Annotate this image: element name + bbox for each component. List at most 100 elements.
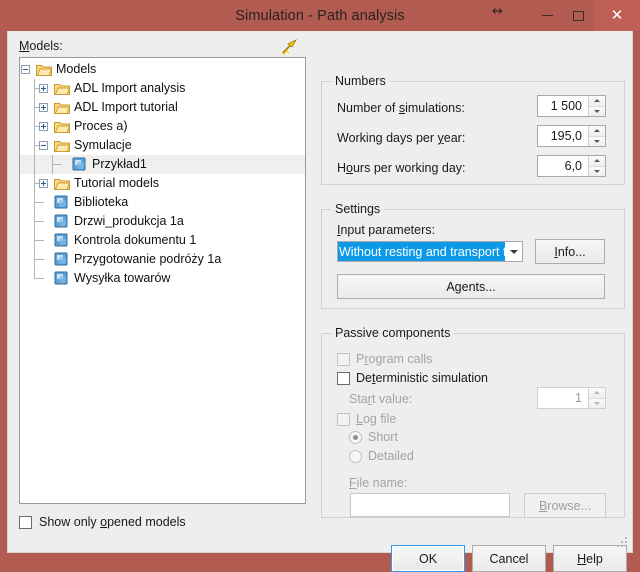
folder-icon — [54, 139, 71, 152]
folder-icon — [54, 82, 71, 95]
tree-item[interactable]: Wysyłka towarów — [20, 269, 305, 288]
input-parameters-label: Input parameters: — [337, 223, 435, 237]
input-parameters-combobox[interactable]: Without resting and transport ti — [337, 241, 523, 262]
tree-item-label: Przykład1 — [92, 157, 147, 171]
help-button[interactable]: Help — [553, 545, 627, 572]
expand-icon[interactable] — [39, 103, 48, 112]
tree-item[interactable]: Przykład1 — [20, 155, 305, 174]
tree-item[interactable]: Proces a) — [20, 117, 305, 136]
program-calls-label: Program calls — [356, 352, 433, 366]
agents-button[interactable]: Agents... — [337, 274, 605, 299]
log-detailed-radio[interactable]: Detailed — [349, 449, 414, 463]
collapse-icon[interactable] — [21, 65, 30, 74]
stepper-down-button[interactable] — [589, 136, 605, 146]
show-only-opened-models-checkbox[interactable]: Show only opened models — [19, 515, 186, 529]
file-name-input[interactable] — [350, 493, 510, 517]
settings-group-title: Settings — [331, 202, 385, 216]
chevron-down-icon — [594, 401, 600, 405]
log-file-checkbox[interactable]: Log file — [337, 412, 396, 426]
log-short-radio[interactable]: Short — [349, 430, 398, 444]
maximize-button[interactable] — [563, 0, 594, 31]
chevron-down-icon — [594, 169, 600, 173]
hours-per-working-day-value[interactable]: 6,0 — [538, 156, 588, 176]
number-of-simulations-stepper[interactable]: 1 500 — [537, 95, 606, 117]
working-days-per-year-value[interactable]: 195,0 — [538, 126, 588, 146]
expand-icon[interactable] — [39, 122, 48, 131]
numbers-group-title: Numbers — [331, 74, 390, 88]
checkbox-box — [337, 352, 350, 366]
tree-item[interactable]: ADL Import tutorial — [20, 98, 305, 117]
stepper-down-button[interactable] — [589, 106, 605, 116]
document-icon — [72, 157, 86, 171]
minimize-button[interactable] — [532, 0, 563, 31]
start-value-label: Start value: — [349, 392, 413, 406]
tree-item[interactable]: Tutorial models — [20, 174, 305, 193]
tree-item-label: Proces a) — [74, 119, 128, 133]
info-button-label: Info... — [554, 244, 586, 259]
tree-item-label: Models — [56, 62, 97, 76]
radio-button — [349, 449, 362, 463]
hours-per-working-day-stepper[interactable]: 6,0 — [537, 155, 606, 177]
browse-button[interactable]: Browse... — [524, 493, 606, 518]
tree-item[interactable]: Przygotowanie podróży 1a — [20, 250, 305, 269]
expand-icon[interactable] — [39, 179, 48, 188]
resize-grip[interactable] — [617, 537, 629, 549]
ok-button-label: OK — [418, 551, 438, 566]
tree-item-label: Kontrola dokumentu 1 — [74, 233, 197, 247]
show-only-opened-models-label: Show only opened models — [39, 515, 186, 529]
models-label: Models: — [19, 39, 63, 53]
tree-item-label: Przygotowanie podróży 1a — [74, 252, 222, 266]
ok-button[interactable]: OK — [391, 545, 465, 572]
chevron-down-icon — [594, 139, 600, 143]
chevron-up-icon — [594, 99, 600, 103]
stepper-up-button[interactable] — [589, 156, 605, 167]
stepper-down-button[interactable] — [589, 166, 605, 176]
number-of-simulations-value[interactable]: 1 500 — [538, 96, 588, 116]
tree-item[interactable]: Models — [20, 60, 305, 79]
folder-icon — [54, 101, 71, 114]
checkbox-box — [19, 515, 32, 529]
agents-button-label: Agents... — [446, 279, 496, 294]
document-icon — [54, 233, 68, 247]
combobox-arrow-button[interactable] — [505, 242, 522, 261]
stepper-buttons — [588, 156, 605, 176]
stepper-up-button[interactable] — [589, 126, 605, 137]
document-icon — [54, 214, 68, 228]
collapse-icon[interactable] — [39, 141, 48, 150]
program-calls-checkbox[interactable]: Program calls — [337, 352, 432, 366]
folder-icon — [54, 177, 71, 190]
tree-item-label: ADL Import tutorial — [74, 100, 178, 114]
chevron-down-icon — [510, 249, 518, 254]
tree-item[interactable]: Drzwi_produkcja 1a — [20, 212, 305, 231]
tree-item[interactable]: ADL Import analysis — [20, 79, 305, 98]
expand-icon[interactable] — [39, 84, 48, 93]
log-short-label: Short — [368, 430, 398, 444]
models-tree[interactable]: Models ADL Import analysis ADL Import tu… — [19, 57, 306, 504]
lightning-bolt-icon[interactable] — [281, 39, 299, 55]
deterministic-simulation-checkbox[interactable]: Deterministic simulation — [337, 371, 488, 385]
resize-cursor-icon: ↔ — [492, 4, 503, 19]
input-parameters-value[interactable]: Without resting and transport ti — [338, 242, 505, 261]
document-icon — [54, 252, 68, 266]
minimize-icon — [542, 15, 553, 16]
working-days-per-year-stepper[interactable]: 195,0 — [537, 125, 606, 147]
help-button-label: Help — [577, 551, 603, 566]
close-button[interactable]: ✕ — [594, 0, 640, 31]
document-icon — [54, 271, 68, 285]
tree-item[interactable]: Biblioteka — [20, 193, 305, 212]
info-button[interactable]: Info... — [535, 239, 605, 264]
browse-button-label: Browse... — [538, 498, 592, 513]
tree-item-label: Drzwi_produkcja 1a — [74, 214, 184, 228]
tree-item[interactable]: Kontrola dokumentu 1 — [20, 231, 305, 250]
cancel-button[interactable]: Cancel — [472, 545, 546, 572]
tree-item[interactable]: Symulacje — [20, 136, 305, 155]
tree-item-label: ADL Import analysis — [74, 81, 186, 95]
file-name-label: File name: — [349, 476, 408, 490]
checkbox-box — [337, 412, 350, 426]
stepper-buttons — [588, 96, 605, 116]
working-days-per-year-label: Working days per year: — [337, 131, 466, 145]
title-bar[interactable]: Simulation - Path analysis ↔ ✕ — [7, 0, 640, 31]
stepper-up-button[interactable] — [589, 96, 605, 107]
cancel-button-label: Cancel — [489, 551, 529, 566]
hours-per-working-day-label: Hours per working day: — [337, 161, 466, 175]
